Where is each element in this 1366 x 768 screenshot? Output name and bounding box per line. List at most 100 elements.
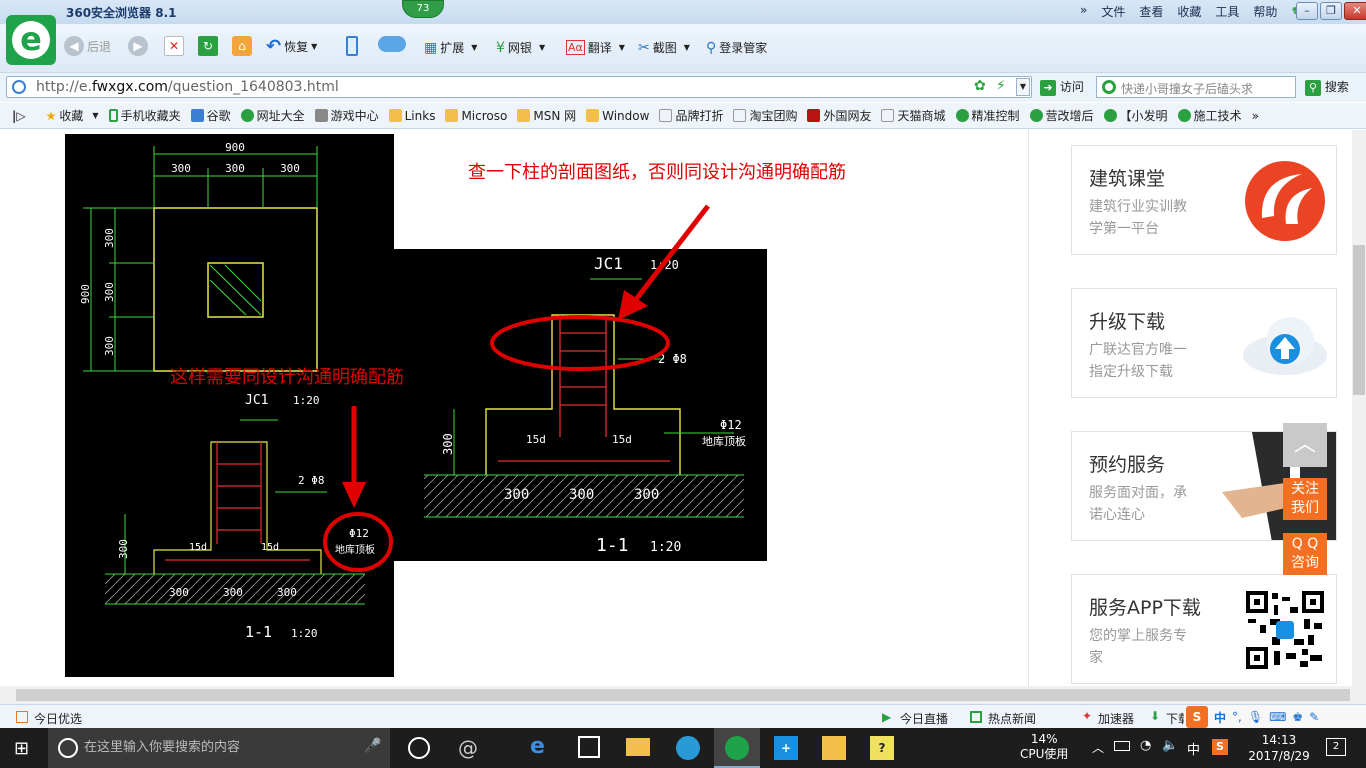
fav-brand-discount[interactable]: 品牌打折 <box>659 107 723 124</box>
chevron-up-icon[interactable]: ︿ <box>1092 739 1104 756</box>
extend-button[interactable]: ▦ 扩展 ▼ <box>424 39 477 56</box>
stop-button[interactable]: ✕ <box>164 36 184 56</box>
forward-arrow-icon: ▶ <box>128 36 148 56</box>
fav-foreign-users[interactable]: 外国网友 <box>807 107 871 124</box>
card-app-download[interactable]: 服务APP下载 您的掌上服务专家 <box>1071 574 1337 684</box>
vertical-scrollbar[interactable] <box>1352 130 1366 686</box>
help-icon[interactable]: ? <box>870 736 894 760</box>
chat-icon <box>1029 109 1043 122</box>
volume-icon[interactable]: 🔈 <box>1162 738 1178 753</box>
sogou-tray-icon[interactable]: S <box>1212 739 1228 755</box>
more-favorites-icon[interactable]: » <box>1252 109 1259 123</box>
windows-start-icon[interactable]: ⊞ <box>14 738 29 759</box>
favorites-bar: |▷ ★ 收藏 ▼ 手机收藏夹 谷歌 网址大全 游戏中心 Links Microso… <box>0 103 1366 129</box>
ime-indicator[interactable]: 中 <box>1187 739 1200 758</box>
hot-news-link[interactable]: 热点新闻 <box>988 710 1036 727</box>
back-button[interactable]: ◀ 后退 <box>64 36 111 56</box>
wifi-icon[interactable]: ◔ <box>1140 738 1151 753</box>
menu-tools[interactable]: 工具 <box>1215 3 1239 20</box>
url-dropdown-icon[interactable]: ▼ <box>1016 78 1030 96</box>
today-live-link[interactable]: 今日直播 <box>900 710 948 727</box>
fav-google[interactable]: 谷歌 <box>190 107 231 124</box>
file-explorer-icon[interactable] <box>626 738 650 756</box>
screenshot-button[interactable]: ✂ 截图 ▼ <box>638 39 690 56</box>
taskbar-search-input[interactable]: 在这里输入你要搜索的内容 <box>48 728 390 768</box>
menu-expand-icon[interactable]: » <box>1080 3 1087 20</box>
phone-icon <box>346 36 358 56</box>
chevron-down-icon: ▼ <box>311 42 318 51</box>
back-arrow-icon: ◀ <box>64 36 84 56</box>
fav-favorites[interactable]: ★ 收藏 ▼ <box>46 107 99 124</box>
taskbar-active-app[interactable] <box>714 728 760 768</box>
vertical-scroll-thumb[interactable] <box>1353 245 1365 395</box>
restore-button[interactable]: ❐ <box>1320 2 1342 20</box>
sidebar-toggle-icon[interactable]: |▷ <box>12 109 26 123</box>
speed-icon[interactable]: ⚡ <box>996 78 1006 94</box>
security-icon[interactable]: ✿ <box>974 78 986 94</box>
notification-badge[interactable]: 73 <box>402 0 444 18</box>
microphone-icon[interactable]: 🎤 <box>364 738 381 754</box>
clock[interactable]: 14:13 2017/8/29 <box>1246 732 1312 764</box>
qq-consult-button[interactable]: Q Q 咨询 <box>1283 533 1327 575</box>
phone-button[interactable] <box>346 36 358 56</box>
close-button[interactable]: ✕ <box>1344 2 1366 20</box>
minimize-button[interactable]: – <box>1296 2 1318 20</box>
skin-icon: ♚ <box>1292 710 1304 724</box>
search-engine-icon <box>1102 80 1116 94</box>
visit-button[interactable]: ➜ 访问 <box>1040 78 1084 96</box>
battery-icon[interactable] <box>1114 741 1130 751</box>
store-icon[interactable] <box>578 736 600 758</box>
app-cyan-icon[interactable] <box>676 736 700 760</box>
search-icon: ⚲ <box>1305 80 1321 96</box>
forward-button[interactable]: ▶ <box>128 36 148 56</box>
url-text[interactable]: http://e.fwxgx.com/question_1640803.html <box>36 79 339 95</box>
fav-msn[interactable]: MSN 网 <box>517 107 576 124</box>
refresh-icon: ↻ <box>198 36 218 56</box>
fav-construction-tech[interactable]: 施工技术 <box>1177 107 1242 124</box>
cpu-usage[interactable]: 14% CPU使用 <box>1020 732 1068 762</box>
ime-toolbar[interactable]: S 中 °, 🎙 ⌨ ♚ ✎ <box>1184 705 1366 729</box>
cloud-button[interactable] <box>378 36 406 52</box>
refresh-button[interactable]: ↻ <box>198 36 218 56</box>
fav-game-center[interactable]: 游戏中心 <box>314 107 379 124</box>
home-icon: ⌂ <box>232 36 252 56</box>
fav-windows[interactable]: Window <box>586 109 649 123</box>
menu-favorites[interactable]: 收藏 <box>1177 3 1201 20</box>
card-building-class[interactable]: 建筑课堂 建筑行业实训教 学第一平台 <box>1071 145 1337 255</box>
fav-vat-reform[interactable]: 营改增后 <box>1029 107 1094 124</box>
keyboard-icon: ⌨ <box>1269 710 1287 724</box>
edge-icon[interactable]: e <box>530 734 545 759</box>
horizontal-scroll-thumb[interactable] <box>16 689 1350 701</box>
fav-precise-control[interactable]: 精准控制 <box>955 107 1020 124</box>
search-input[interactable]: 快递小哥撞女子后磕头求 <box>1096 76 1296 98</box>
accelerator-link[interactable]: 加速器 <box>1098 710 1134 727</box>
key-icon: ⚲ <box>706 39 717 56</box>
fav-site-directory[interactable]: 网址大全 <box>240 107 305 124</box>
fav-links[interactable]: Links <box>388 109 435 123</box>
login-manager-button[interactable]: ⚲ 登录管家 <box>706 39 767 56</box>
home-button[interactable]: ⌂ <box>232 36 252 56</box>
fav-invention[interactable]: 【小发明 <box>1103 107 1168 124</box>
fav-taobao[interactable]: 淘宝团购 <box>733 107 797 124</box>
menu-file[interactable]: 文件 <box>1101 3 1125 20</box>
bank-button[interactable]: ¥ 网银 ▼ <box>496 39 545 56</box>
notification-center-icon[interactable]: 2 <box>1326 738 1346 756</box>
browser-logo-icon[interactable]: e <box>6 15 56 65</box>
fav-microsoft[interactable]: Microso <box>445 109 507 123</box>
card-upgrade-download[interactable]: 升级下载 广联达官方唯一 指定升级下载 <box>1071 288 1337 398</box>
notes-icon[interactable] <box>822 736 846 760</box>
card-title: 预约服务 <box>1089 454 1166 476</box>
menu-help[interactable]: 帮助 <box>1253 3 1277 20</box>
fav-tmall[interactable]: 天猫商城 <box>881 107 946 124</box>
follow-us-button[interactable]: 关注 我们 <box>1283 478 1327 520</box>
restore-tab-button[interactable]: ↶ 恢复 ▼ <box>266 36 317 57</box>
task-view-icon[interactable] <box>408 737 430 759</box>
app-plus-icon[interactable]: + <box>774 736 798 760</box>
search-button[interactable]: ⚲ 搜索 <box>1305 78 1349 96</box>
fav-mobile[interactable]: 手机收藏夹 <box>108 107 181 124</box>
today-picks-link[interactable]: 今日优选 <box>34 710 82 727</box>
back-to-top-button[interactable]: ︿ <box>1283 423 1327 467</box>
app-swirl-icon[interactable]: @ <box>458 736 478 760</box>
menu-view[interactable]: 查看 <box>1139 3 1163 20</box>
translate-button[interactable]: Aα 翻译 ▼ <box>566 39 625 56</box>
